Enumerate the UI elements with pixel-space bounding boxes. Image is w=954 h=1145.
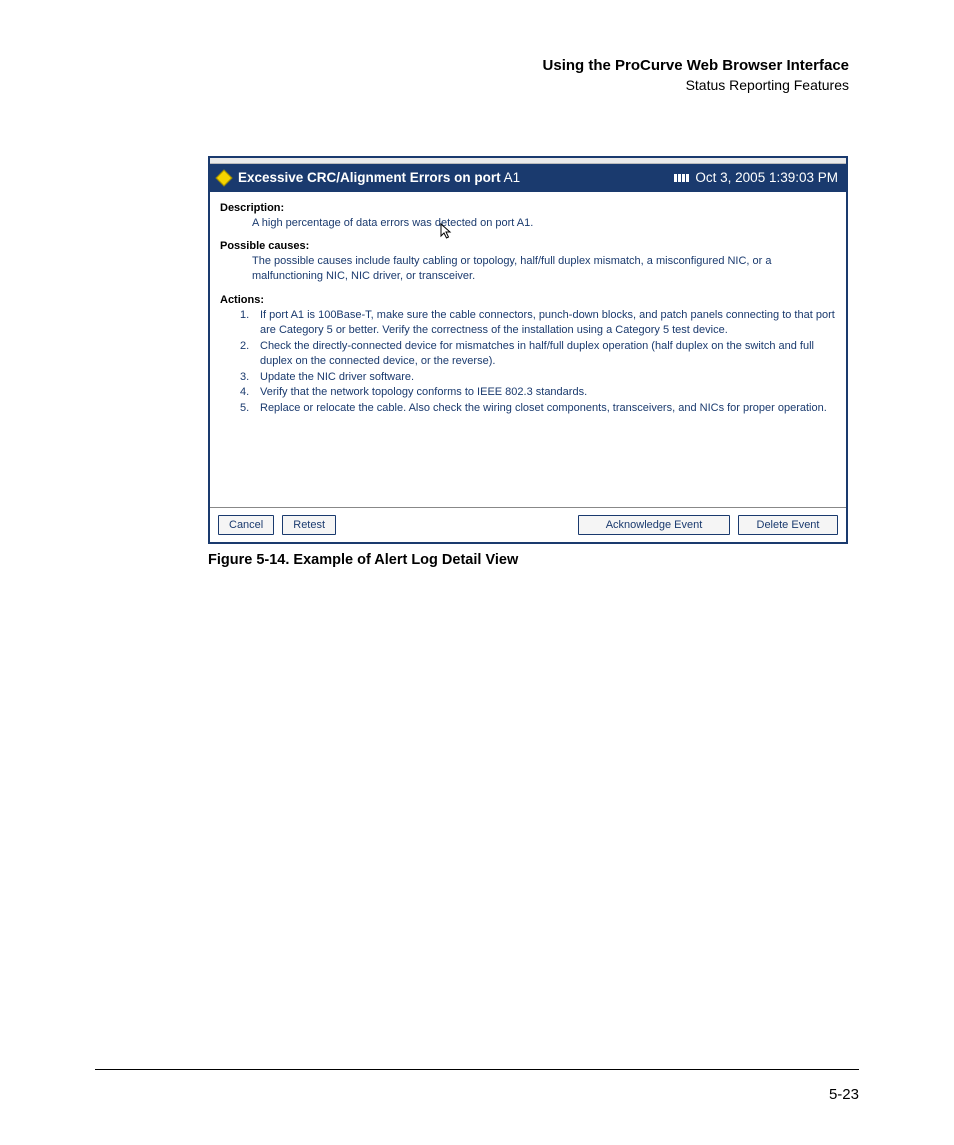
dialog-titlebar: Excessive CRC/Alignment Errors on port A… — [210, 164, 846, 192]
actions-heading: Actions: — [220, 294, 836, 306]
dialog-title-main: Excessive CRC/Alignment Errors on port — [238, 170, 501, 185]
header-subtitle: Status Reporting Features — [95, 76, 849, 96]
action-number: 2. — [240, 339, 260, 369]
action-item: 5. Replace or relocate the cable. Also c… — [240, 401, 836, 416]
action-number: 3. — [240, 370, 260, 385]
header-title: Using the ProCurve Web Browser Interface — [95, 55, 849, 76]
acknowledge-event-button[interactable]: Acknowledge Event — [578, 515, 730, 535]
cancel-button[interactable]: Cancel — [218, 515, 274, 535]
description-text: A high percentage of data errors was det… — [252, 216, 836, 231]
action-text: Verify that the network topology conform… — [260, 385, 836, 400]
action-text: Update the NIC driver software. — [260, 370, 836, 385]
causes-heading: Possible causes: — [220, 240, 836, 252]
action-number: 4. — [240, 385, 260, 400]
page-header: Using the ProCurve Web Browser Interface… — [95, 55, 849, 96]
delete-event-button[interactable]: Delete Event — [738, 515, 838, 535]
action-number: 5. — [240, 401, 260, 416]
status-bars-icon — [674, 174, 689, 182]
retest-button[interactable]: Retest — [282, 515, 336, 535]
alert-detail-dialog: Excessive CRC/Alignment Errors on port A… — [208, 156, 848, 544]
figure-caption: Figure 5-14. Example of Alert Log Detail… — [208, 552, 859, 568]
action-number: 1. — [240, 308, 260, 338]
action-text: If port A1 is 100Base-T, make sure the c… — [260, 308, 836, 338]
description-heading: Description: — [220, 202, 836, 214]
page-rule — [95, 1069, 859, 1070]
page-number: 5-23 — [829, 1086, 859, 1103]
dialog-body: Description: A high percentage of data e… — [210, 192, 846, 507]
action-item: 1. If port A1 is 100Base-T, make sure th… — [240, 308, 836, 338]
action-item: 4. Verify that the network topology conf… — [240, 385, 836, 400]
dialog-title-port: A1 — [501, 170, 521, 185]
dialog-footer: Cancel Retest Acknowledge Event Delete E… — [210, 507, 846, 542]
warning-diamond-icon — [216, 169, 233, 186]
causes-text: The possible causes include faulty cabli… — [252, 254, 836, 284]
dialog-timestamp: Oct 3, 2005 1:39:03 PM — [695, 170, 838, 185]
actions-list: 1. If port A1 is 100Base-T, make sure th… — [240, 308, 836, 416]
action-item: 2. Check the directly-connected device f… — [240, 339, 836, 369]
dialog-title: Excessive CRC/Alignment Errors on port A… — [238, 170, 674, 185]
action-item: 3. Update the NIC driver software. — [240, 370, 836, 385]
action-text: Check the directly-connected device for … — [260, 339, 836, 369]
action-text: Replace or relocate the cable. Also chec… — [260, 401, 836, 416]
